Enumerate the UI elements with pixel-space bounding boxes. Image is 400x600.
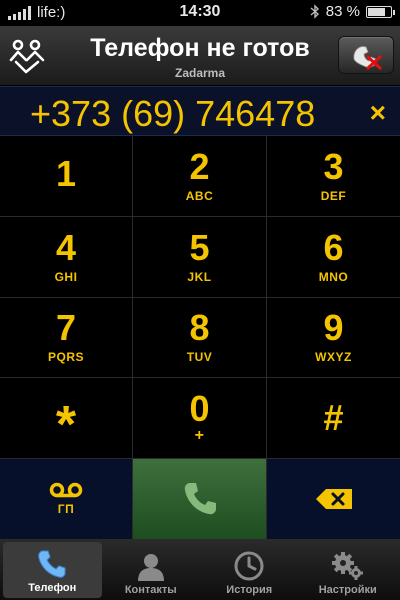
key-9[interactable]: 9 WXYZ [267, 297, 400, 379]
key-letters: WXYZ [315, 350, 352, 365]
key-star[interactable]: * [0, 378, 133, 460]
battery-percent: 83 % [325, 3, 360, 20]
tab-settings[interactable]: Настройки [299, 540, 398, 600]
zadarma-logo-icon [9, 39, 45, 74]
key-letters: DEF [320, 188, 347, 203]
bluetooth-icon [310, 4, 319, 19]
clock-icon [234, 551, 264, 581]
key-digit: 4 [55, 226, 77, 268]
tab-history[interactable]: История [200, 540, 299, 600]
key-digit: 1 [55, 152, 77, 194]
key-4[interactable]: 4 GHI [0, 216, 133, 298]
tab-contacts[interactable]: Контакты [102, 540, 201, 600]
key-digit: 6 [323, 226, 344, 268]
key-letters: PQRS [47, 350, 84, 365]
phone-call-icon [184, 483, 216, 515]
key-0[interactable]: 0 + [133, 378, 267, 460]
tab-phone[interactable]: Телефон [3, 542, 102, 598]
key-digit: 7 [55, 307, 77, 349]
voicemail-icon [49, 482, 83, 498]
key-letters: + [194, 427, 205, 445]
key-digit: 9 [323, 307, 344, 349]
status-right: 83 % [310, 3, 395, 20]
key-digit: 8 [189, 307, 210, 349]
key-digit: * [55, 396, 77, 455]
key-5[interactable]: 5 JKL [133, 216, 267, 298]
key-letters: ABC [185, 188, 214, 203]
key-1[interactable]: 1 [0, 136, 133, 217]
tab-label: Телефон [28, 582, 77, 594]
key-letters: TUV [186, 350, 213, 365]
key-digit: 2 [189, 145, 210, 187]
battery-icon [366, 5, 395, 18]
phone-icon [38, 550, 66, 578]
provider-name: Zadarma [174, 66, 226, 80]
key-letters: JKL [187, 269, 212, 284]
key-6[interactable]: 6 MNO [267, 216, 400, 298]
tab-bar: Телефон Контакты История Настройки [0, 540, 400, 600]
clear-number-button[interactable]: × [370, 97, 386, 129]
key-digit: 5 [189, 226, 210, 268]
backspace-icon [315, 489, 352, 510]
key-letters: MNO [318, 269, 349, 284]
keypad: 1 2 ABC 3 DEF 4 GHI 5 JKL 6 MNO 7 PQRS 8… [0, 136, 400, 540]
key-letters: GHI [54, 269, 78, 284]
status-bar: life:) 14:30 83 % [0, 0, 400, 26]
key-hash[interactable]: # [267, 378, 400, 460]
key-7[interactable]: 7 PQRS [0, 297, 133, 379]
call-button[interactable] [133, 459, 267, 540]
hangup-button[interactable] [338, 36, 394, 74]
tab-label: Контакты [124, 584, 177, 596]
contacts-icon [137, 554, 164, 581]
tab-label: Настройки [318, 584, 377, 596]
tab-label: История [226, 584, 273, 596]
key-2[interactable]: 2 ABC [133, 136, 267, 217]
dialed-number: +373 (69) 746478 [30, 93, 316, 134]
gears-icon [331, 552, 363, 580]
key-digit: 3 [323, 145, 344, 187]
hangup-phone-x-icon [353, 46, 382, 70]
header: Телефон не готов Zadarma [0, 26, 400, 86]
page-title: Телефон не готов [90, 34, 310, 62]
voicemail-button[interactable]: ГП [0, 459, 133, 540]
key-8[interactable]: 8 TUV [133, 297, 267, 379]
number-display: +373 (69) 746478 × [0, 86, 400, 136]
backspace-button[interactable] [267, 459, 400, 540]
key-digit: # [323, 397, 344, 439]
key-3[interactable]: 3 DEF [267, 136, 400, 217]
voicemail-label: ГП [57, 502, 75, 517]
key-digit: 0 [189, 388, 210, 430]
